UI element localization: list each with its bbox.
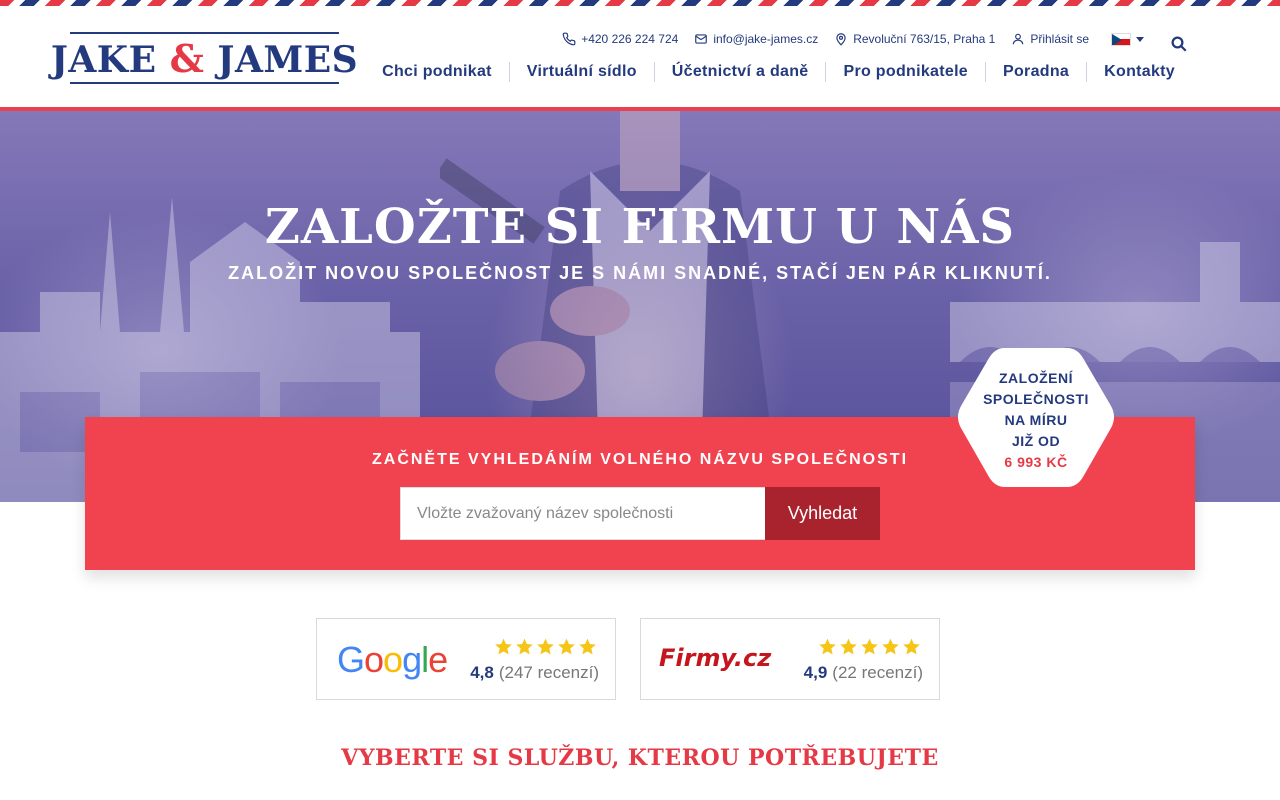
site-header: JAKE & JAMES +420 226 224 724 info@jake-… bbox=[0, 6, 1280, 107]
firmy-logo: Firmy.cz bbox=[659, 644, 772, 672]
language-switcher[interactable] bbox=[1111, 32, 1144, 46]
phone-number: +420 226 224 724 bbox=[581, 32, 679, 46]
badge-line-4: JIŽ OD bbox=[1011, 433, 1061, 449]
google-logo-letter: o bbox=[364, 639, 384, 680]
badge-price: 6 993 KČ bbox=[1004, 454, 1068, 470]
badge-line-1: ZALOŽENÍ bbox=[999, 370, 1073, 386]
hero-title: ZALOŽTE SI FIRMU U NÁS bbox=[264, 199, 1016, 255]
google-rating-card[interactable]: Google 4,8 (247 recenzí) bbox=[316, 618, 616, 700]
star-icon bbox=[558, 638, 575, 655]
google-logo-letter: e bbox=[428, 639, 448, 680]
nav-item-ucetnictvi-a-dane[interactable]: Účetnictví a daně bbox=[655, 63, 826, 81]
logo-james: JAMES bbox=[217, 38, 359, 81]
main-nav: Chci podnikat Virtuální sídlo Účetnictví… bbox=[365, 62, 1192, 82]
map-pin-icon bbox=[836, 33, 846, 46]
star-icon bbox=[882, 638, 899, 655]
google-stars bbox=[494, 637, 597, 656]
google-logo-letter: g bbox=[402, 639, 422, 680]
firmy-score: 4,9 bbox=[803, 663, 828, 682]
price-badge[interactable]: ZALOŽENÍ SPOLEČNOSTI NA MÍRU JIŽ OD 6 99… bbox=[955, 344, 1117, 491]
login-link[interactable]: Přihlásit se bbox=[1011, 32, 1089, 46]
star-icon bbox=[579, 638, 596, 655]
services-section-title: VYBERTE SI SLUŽBU, KTEROU POTŘEBUJETE bbox=[341, 745, 939, 771]
google-logo-letter: G bbox=[337, 639, 365, 680]
google-review-count: (247 recenzí) bbox=[498, 663, 599, 682]
email-address: info@jake-james.cz bbox=[713, 32, 819, 46]
nav-item-pro-podnikatele[interactable]: Pro podnikatele bbox=[826, 63, 985, 81]
firmy-review-count: (22 recenzí) bbox=[832, 663, 923, 682]
search-button[interactable]: Vyhledat bbox=[765, 487, 880, 540]
contact-bar: +420 226 224 724 info@jake-james.cz Revo… bbox=[562, 32, 1190, 46]
google-score: 4,8 bbox=[470, 663, 494, 682]
star-icon bbox=[903, 638, 920, 655]
email-link[interactable]: info@jake-james.cz bbox=[694, 32, 818, 46]
logo-jake: JAKE bbox=[50, 38, 157, 81]
hero-subtitle: ZALOŽIT NOVOU SPOLEČNOST JE S NÁMI SNADN… bbox=[228, 263, 1052, 283]
star-icon bbox=[861, 638, 878, 655]
firmy-rating-summary: 4,9 (22 recenzí) bbox=[804, 663, 923, 683]
phone-link[interactable]: +420 226 224 724 bbox=[562, 32, 678, 46]
czech-flag-icon bbox=[1111, 32, 1131, 46]
logo-wordmark: JAKE & JAMES bbox=[51, 36, 358, 81]
star-icon bbox=[495, 638, 512, 655]
nav-item-chci-podnikat[interactable]: Chci podnikat bbox=[365, 63, 509, 81]
firmy-stars bbox=[818, 637, 921, 656]
star-icon bbox=[840, 638, 857, 655]
logo[interactable]: JAKE & JAMES bbox=[51, 32, 358, 84]
nav-item-poradna[interactable]: Poradna bbox=[986, 63, 1086, 81]
google-logo: Google bbox=[337, 639, 448, 681]
address-link[interactable]: Revoluční 763/15, Praha 1 bbox=[834, 32, 995, 46]
firmy-rating-card[interactable]: Firmy.cz 4,9 (22 recenzí) bbox=[640, 618, 940, 700]
star-icon bbox=[537, 638, 554, 655]
search-icon[interactable] bbox=[1170, 35, 1188, 53]
address-text: Revoluční 763/15, Praha 1 bbox=[853, 32, 996, 46]
google-rating-summary: 4,8 (247 recenzí) bbox=[470, 663, 599, 683]
badge-line-2: SPOLEČNOSTI bbox=[983, 391, 1089, 407]
google-logo-letter: o bbox=[383, 639, 403, 680]
star-icon bbox=[516, 638, 533, 655]
nav-item-kontakty[interactable]: Kontakty bbox=[1087, 63, 1192, 81]
company-name-input[interactable] bbox=[400, 487, 766, 540]
nav-item-virtualni-sidlo[interactable]: Virtuální sídlo bbox=[510, 63, 654, 81]
login-label: Přihlásit se bbox=[1030, 32, 1089, 46]
badge-line-3: NA MÍRU bbox=[1004, 412, 1068, 428]
chevron-down-icon bbox=[1136, 36, 1144, 42]
envelope-icon bbox=[695, 34, 708, 44]
user-icon bbox=[1013, 33, 1024, 45]
logo-ampersand: & bbox=[169, 35, 205, 81]
star-icon bbox=[819, 638, 836, 655]
phone-icon bbox=[562, 32, 576, 46]
price-badge-text: ZALOŽENÍ SPOLEČNOSTI NA MÍRU JIŽ OD 6 99… bbox=[955, 368, 1117, 473]
